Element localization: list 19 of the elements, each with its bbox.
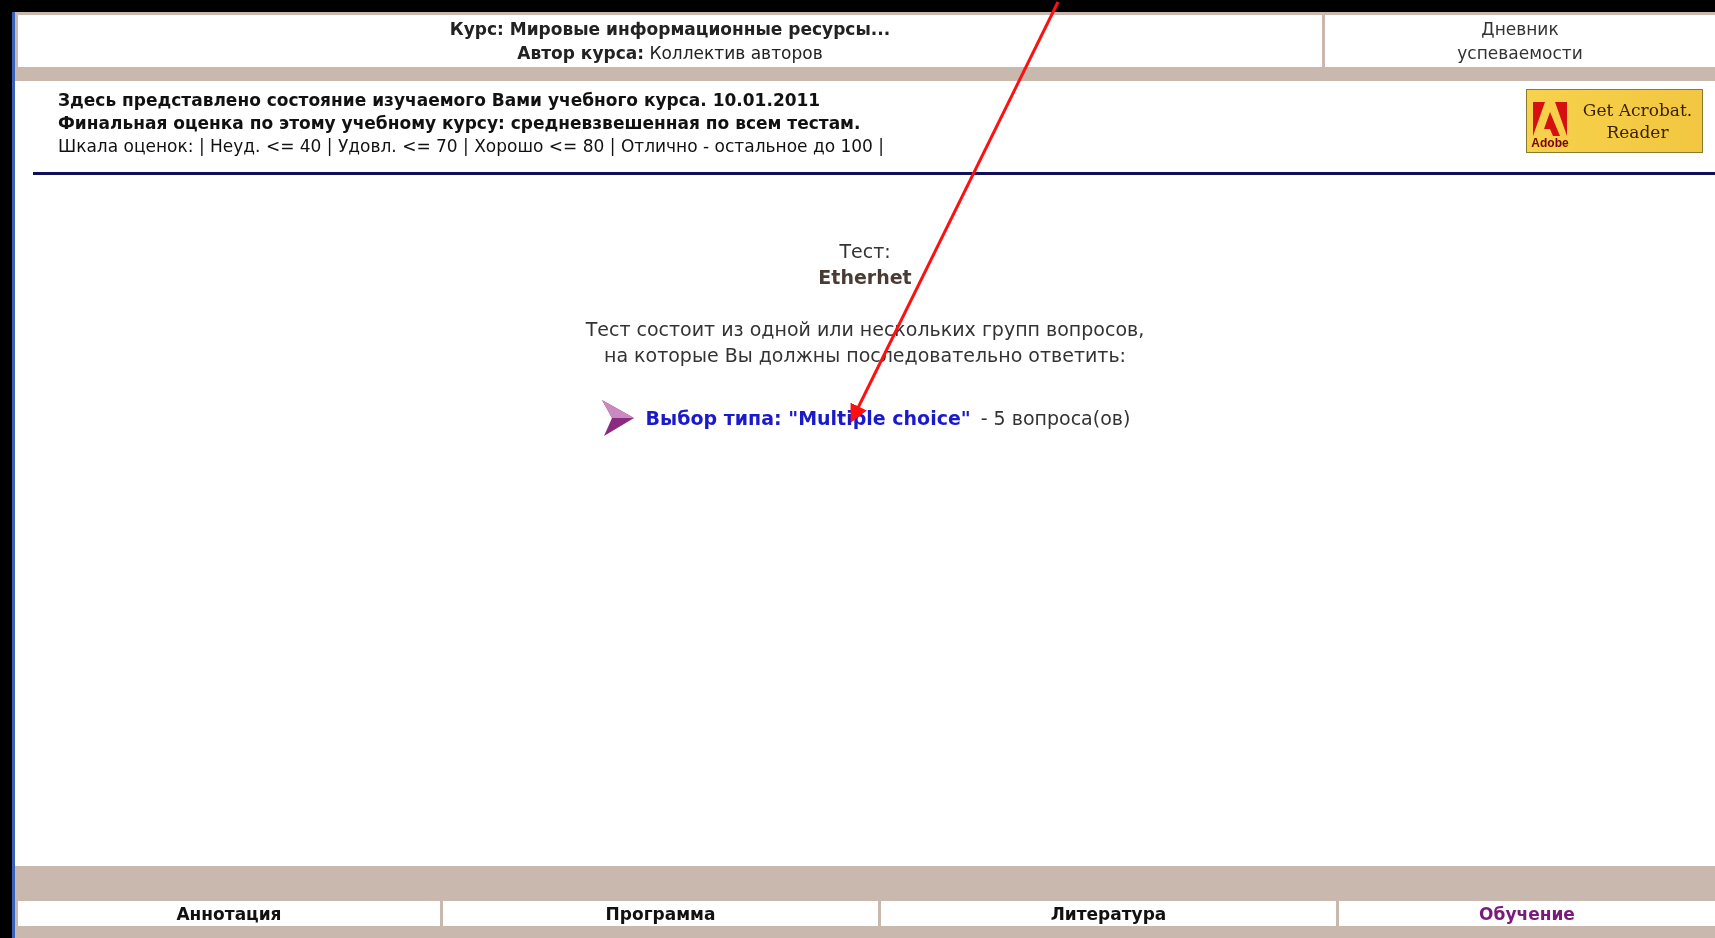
adobe-logo-icon bbox=[1533, 102, 1567, 136]
brand-text: Adobe bbox=[1531, 136, 1569, 150]
status-text: Здесь представлено состояние изучаемого Вами учебного курса. 10.01.2011 bbox=[58, 89, 822, 112]
nav-tab[interactable]: Литература bbox=[881, 901, 1336, 926]
course-info: Автор курса: Коллектив авторов bbox=[517, 42, 823, 65]
nav-tab[interactable]: Аннотация bbox=[18, 901, 440, 926]
question-count: - 5 вопроса(ов) bbox=[980, 407, 1131, 429]
nav-tab[interactable]: Обучение bbox=[1339, 901, 1715, 926]
status-text: Финальная оценка по этому учебному курсу: средневзвешенная по всем тестам. bbox=[58, 112, 862, 135]
arrow-bullet-icon bbox=[599, 398, 636, 438]
acrobat-badge[interactable]: Adobe Get Acrobat. Reader bbox=[1526, 89, 1703, 153]
test-name: Etherhet bbox=[818, 265, 912, 290]
nav-tab[interactable]: Программа bbox=[443, 901, 878, 926]
test-label: Тест: bbox=[839, 239, 891, 264]
badge-text: Get Acrobat. bbox=[1582, 99, 1693, 121]
status-text: Шкала оценок: | Неуд. <= 40 | Удовл. <= 70 | Хорошо <= 80 | Отлично - остальное до 100 | bbox=[58, 135, 885, 158]
badge-text: Reader bbox=[1606, 121, 1669, 143]
question-group-link[interactable]: Выбор типа: "Multiple choice" bbox=[645, 407, 971, 429]
course-info: Курс: Мировые информационные ресурсы... bbox=[449, 18, 891, 41]
